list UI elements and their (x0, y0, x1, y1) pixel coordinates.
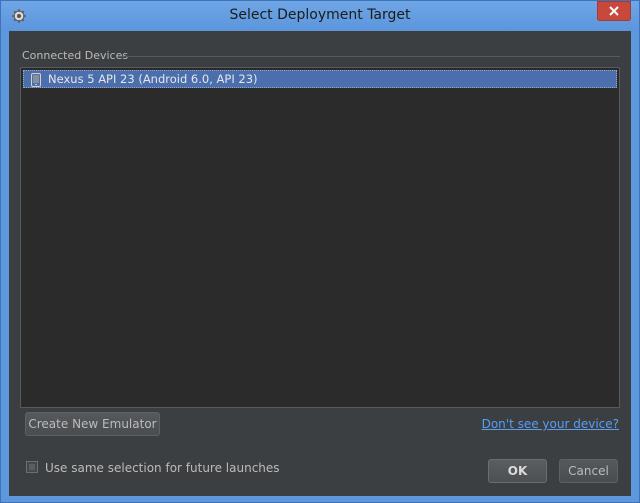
dialog-title: Select Deployment Target (229, 7, 411, 23)
ok-button[interactable]: OK (488, 459, 547, 483)
dont-see-device-link[interactable]: Don't see your device? (482, 417, 619, 431)
group-divider (120, 56, 620, 57)
connected-devices-group: Connected Devices Nexus 5 API 23 (Androi… (20, 45, 620, 408)
dialog-content: Connected Devices Nexus 5 API 23 (Androi… (9, 31, 631, 496)
remember-selection-label: Use same selection for future launches (45, 461, 280, 475)
device-row-nexus-5[interactable]: Nexus 5 API 23 (Android 6.0, API 23) (23, 70, 617, 88)
close-icon (609, 6, 619, 16)
connected-devices-title: Connected Devices (22, 49, 129, 62)
device-label: Nexus 5 API 23 (Android 6.0, API 23) (48, 72, 258, 86)
remember-selection-checkbox[interactable] (26, 461, 38, 473)
device-list[interactable]: Nexus 5 API 23 (Android 6.0, API 23) (20, 67, 620, 408)
cancel-button[interactable]: Cancel (559, 459, 618, 483)
create-new-emulator-button[interactable]: Create New Emulator (25, 412, 160, 436)
dialog-window: Select Deployment Target Connected Devic… (0, 0, 640, 503)
title-bar[interactable]: Select Deployment Target (1, 1, 639, 31)
close-button[interactable] (597, 1, 631, 21)
phone-icon (31, 72, 41, 91)
checkbox-indeterminate-mark (29, 464, 35, 470)
